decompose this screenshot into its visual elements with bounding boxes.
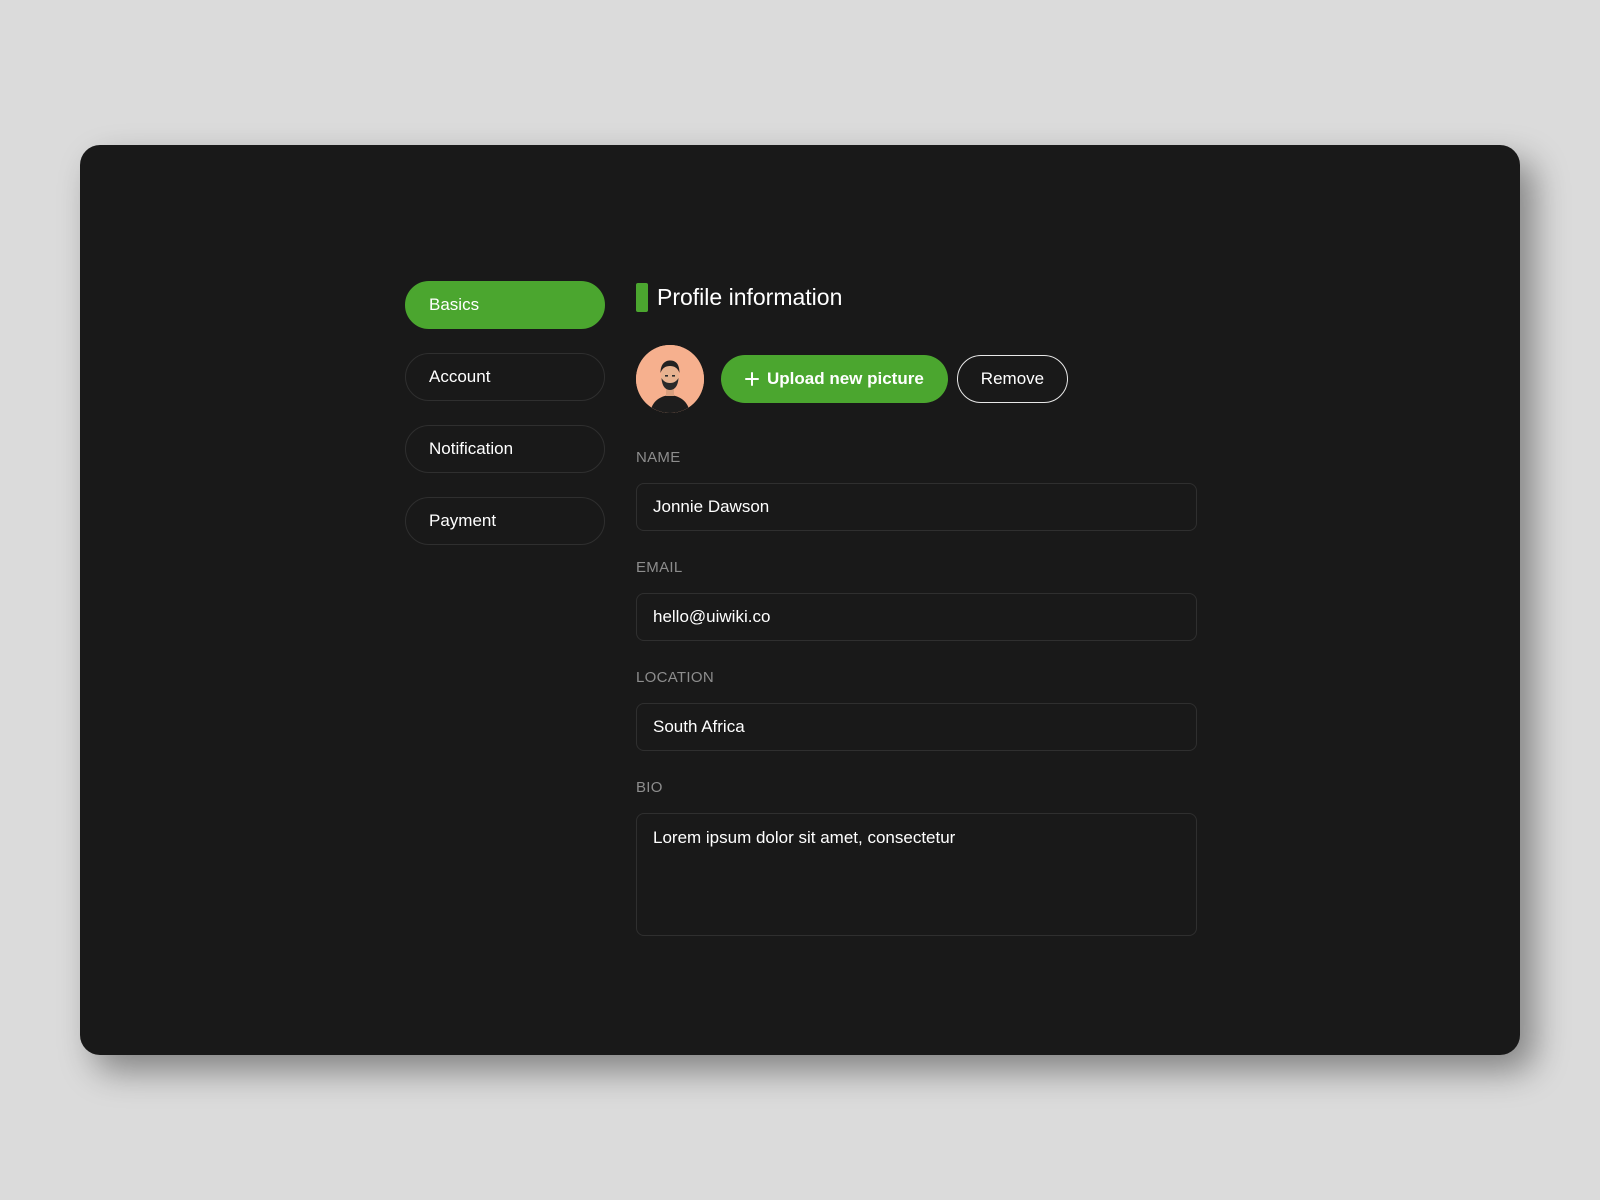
- plus-icon: [745, 372, 759, 386]
- nav-item-notification[interactable]: Notification: [405, 425, 605, 473]
- section-header: Profile information: [636, 281, 1197, 313]
- remove-picture-button[interactable]: Remove: [956, 355, 1069, 403]
- settings-nav: Basics Account Notification Payment: [405, 281, 605, 545]
- avatar: [636, 345, 704, 413]
- name-label: NAME: [636, 449, 681, 466]
- upload-picture-label: Upload new picture: [767, 369, 924, 388]
- page-title: Profile information: [657, 283, 843, 310]
- bio-field[interactable]: Lorem ipsum dolor sit amet, consectetur: [636, 813, 1197, 936]
- title-accent-bar: [636, 282, 648, 312]
- location-field[interactable]: [636, 703, 1197, 751]
- settings-card: Basics Account Notification Payment Prof…: [80, 145, 1520, 1055]
- nav-item-payment[interactable]: Payment: [405, 497, 605, 545]
- nav-item-basics[interactable]: Basics: [405, 281, 605, 329]
- location-label: LOCATION: [636, 669, 714, 686]
- bio-label: BIO: [636, 779, 663, 796]
- avatar-row: Upload new picture Remove: [636, 345, 1197, 413]
- email-field[interactable]: [636, 593, 1197, 641]
- email-label: EMAIL: [636, 559, 683, 576]
- remove-picture-label: Remove: [980, 369, 1045, 388]
- nav-item-account[interactable]: Account: [405, 353, 605, 401]
- name-field[interactable]: [636, 483, 1197, 531]
- user-photo-icon: [636, 345, 704, 413]
- upload-picture-button[interactable]: Upload new picture: [721, 355, 948, 403]
- profile-section: Profile information Upload new picture R…: [636, 281, 1197, 941]
